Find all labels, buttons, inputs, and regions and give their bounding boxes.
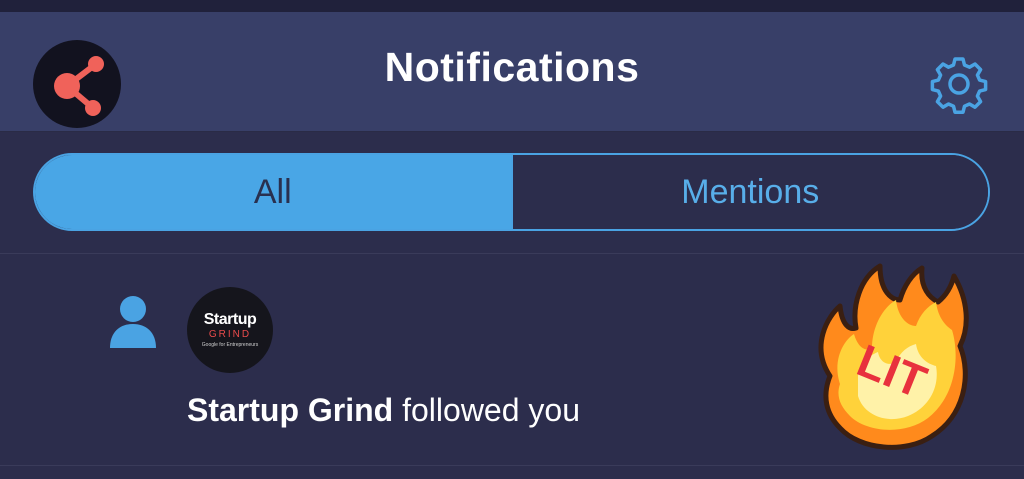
action-text: followed you	[393, 392, 580, 428]
page-title: Notifications	[384, 44, 640, 90]
avatar-line1: Startup	[203, 311, 257, 328]
avatar-line3: Google for Entrepreneurs	[201, 342, 259, 348]
avatar-line2: GRIND	[208, 329, 252, 340]
lit-sticker: LIT	[800, 256, 978, 456]
status-bar	[0, 0, 1024, 12]
avatar[interactable]: Startup GRIND Google for Entrepreneurs	[187, 287, 273, 373]
person-icon	[110, 296, 156, 348]
divider	[0, 465, 1024, 466]
actor-name[interactable]: Startup Grind	[187, 392, 393, 428]
notification-message: Startup Grind followed you	[187, 392, 580, 429]
tab-all[interactable]: All	[35, 155, 511, 229]
tab-switcher: All Mentions	[33, 153, 990, 231]
gear-icon[interactable]	[929, 54, 989, 114]
header-divider	[0, 131, 1024, 132]
notification-item[interactable]: Startup GRIND Google for Entrepreneurs S…	[0, 254, 1024, 465]
tab-mentions[interactable]: Mentions	[510, 155, 988, 229]
header-bar: Notifications	[0, 12, 1024, 132]
